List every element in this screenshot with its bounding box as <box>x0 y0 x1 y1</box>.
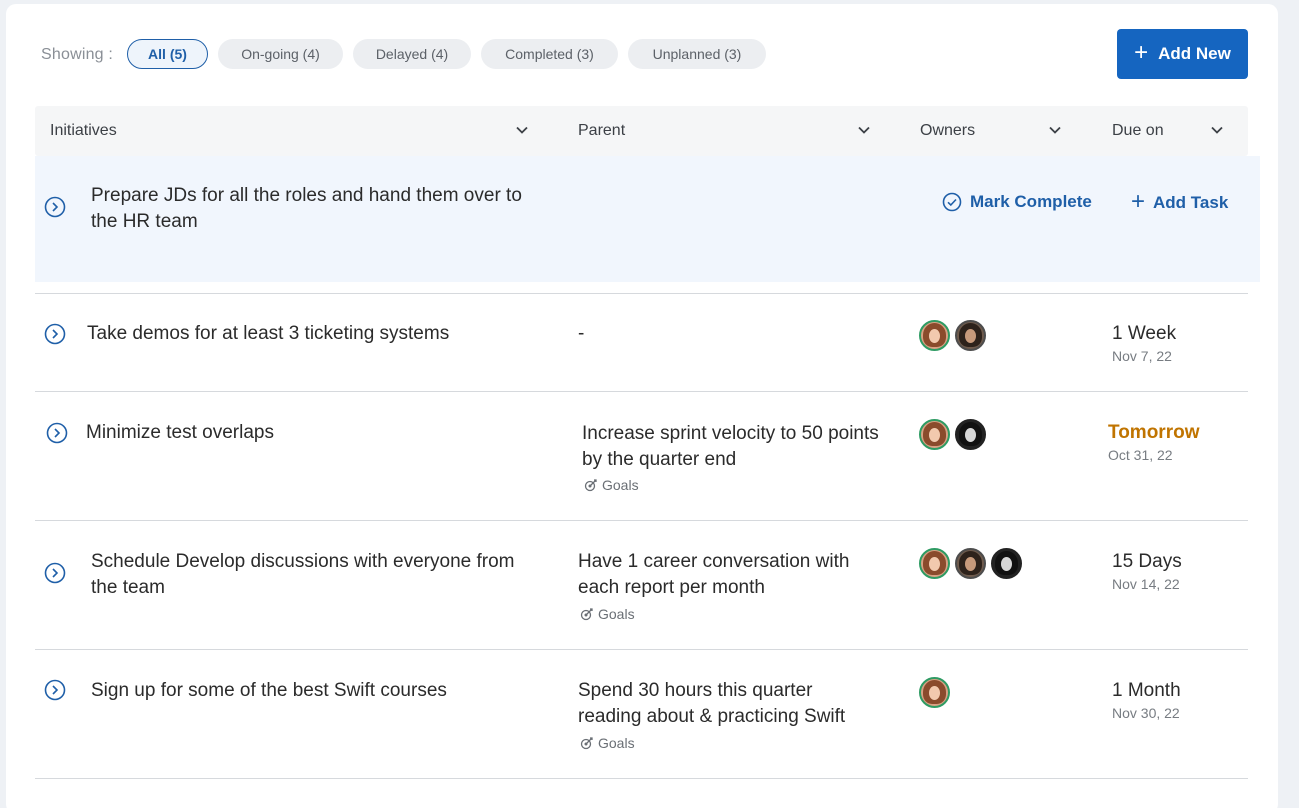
add-task-label: Add Task <box>1153 193 1229 212</box>
initiative-title[interactable]: Sign up for some of the best Swift cours… <box>91 678 447 704</box>
parent-value: - <box>578 323 585 344</box>
avatar[interactable] <box>919 677 950 708</box>
target-icon <box>584 479 597 492</box>
column-header-initiatives[interactable]: Initiatives <box>50 122 117 140</box>
mark-complete-label: Mark Complete <box>970 192 1092 211</box>
parent-goal-link[interactable]: Spend 30 hours this quarter reading abou… <box>578 678 845 729</box>
due-date: Nov 30, 22 <box>1112 705 1180 721</box>
avatar[interactable] <box>955 548 986 579</box>
initiative-title-line: the team <box>91 576 165 598</box>
plus-icon: + <box>1134 39 1149 66</box>
chevron-right-circle-icon[interactable] <box>44 196 66 218</box>
row-divider <box>35 649 1248 650</box>
add-new-label: Add New <box>1158 44 1231 63</box>
owner-avatars <box>919 320 986 351</box>
initiative-title-line: the HR team <box>91 210 198 232</box>
goal-tag-label: Goals <box>598 735 635 751</box>
avatar[interactable] <box>991 548 1022 579</box>
column-header-parent[interactable]: Parent <box>578 122 625 140</box>
goal-tag: Goals <box>584 477 639 493</box>
row-divider <box>35 391 1248 392</box>
showing-label: Showing : <box>41 46 114 63</box>
due-date: Nov 14, 22 <box>1112 576 1180 592</box>
parent-line: Spend 30 hours this quarter <box>578 680 813 701</box>
column-header-due-on[interactable]: Due on <box>1112 122 1164 140</box>
avatar[interactable] <box>919 548 950 579</box>
initiative-title[interactable]: Prepare JDs for all the roles and hand t… <box>91 183 541 234</box>
parent-line: by the quarter end <box>582 448 737 470</box>
goal-tag: Goals <box>580 606 635 622</box>
due-date: Nov 7, 22 <box>1112 348 1172 364</box>
initiative-title[interactable]: Minimize test overlaps <box>86 420 274 446</box>
parent-goal-link[interactable]: Increase sprint velocity to 50 points by… <box>582 421 879 472</box>
parent-line: reading about & practicing Swift <box>578 705 846 727</box>
due-date: Oct 31, 22 <box>1108 447 1173 463</box>
chevron-right-circle-icon[interactable] <box>44 562 66 584</box>
add-new-button[interactable]: + Add New <box>1117 29 1248 79</box>
target-icon <box>580 737 593 750</box>
row-divider <box>35 778 1248 779</box>
plus-icon: + <box>1131 188 1146 215</box>
avatar[interactable] <box>955 320 986 351</box>
mark-complete-button[interactable]: Mark Complete <box>942 192 1092 212</box>
avatar[interactable] <box>919 320 950 351</box>
add-task-button[interactable]: + Add Task <box>1131 188 1229 215</box>
parent-goal-link[interactable]: Have 1 career conversation with each rep… <box>578 549 849 600</box>
chevron-right-circle-icon[interactable] <box>46 422 68 444</box>
chevron-down-icon[interactable] <box>1048 123 1062 137</box>
goal-tag-label: Goals <box>598 606 635 622</box>
chevron-down-icon[interactable] <box>1210 123 1224 137</box>
chevron-down-icon[interactable] <box>515 123 529 137</box>
owner-avatars <box>919 677 950 708</box>
due-label: 1 Week <box>1112 323 1177 344</box>
owner-avatars <box>919 419 986 450</box>
due-label: 15 Days <box>1112 551 1182 572</box>
chevron-down-icon[interactable] <box>857 123 871 137</box>
filter-chip-completed[interactable]: Completed (3) <box>481 39 618 69</box>
parent-line: Increase sprint velocity to 50 points <box>582 423 879 444</box>
initiative-title[interactable]: Schedule Develop discussions with everyo… <box>91 549 551 600</box>
parent-line: each report per month <box>578 576 765 598</box>
initiative-title-line: Schedule Develop discussions with everyo… <box>91 551 515 572</box>
target-icon <box>580 608 593 621</box>
filter-chip-ongoing[interactable]: On-going (4) <box>218 39 343 69</box>
goal-tag: Goals <box>580 735 635 751</box>
avatar[interactable] <box>919 419 950 450</box>
initiative-title[interactable]: Take demos for at least 3 ticketing syst… <box>87 321 449 347</box>
column-header-owners[interactable]: Owners <box>920 122 975 140</box>
initiative-title-line: Prepare JDs for all the roles and hand t… <box>91 185 522 206</box>
filter-chip-delayed[interactable]: Delayed (4) <box>353 39 471 69</box>
row-divider <box>35 293 1248 294</box>
check-circle-icon <box>942 192 962 212</box>
owner-avatars <box>919 548 1022 579</box>
filter-chip-unplanned[interactable]: Unplanned (3) <box>628 39 766 69</box>
chevron-right-circle-icon[interactable] <box>44 323 66 345</box>
due-label: 1 Month <box>1112 680 1181 701</box>
chevron-right-circle-icon[interactable] <box>44 679 66 701</box>
table-header: Initiatives Parent Owners Due on <box>35 106 1248 156</box>
goal-tag-label: Goals <box>602 477 639 493</box>
parent-line: Have 1 career conversation with <box>578 551 850 572</box>
due-label: Tomorrow <box>1108 422 1200 443</box>
avatar[interactable] <box>955 419 986 450</box>
row-divider <box>35 520 1248 521</box>
filter-chip-all[interactable]: All (5) <box>127 39 208 69</box>
